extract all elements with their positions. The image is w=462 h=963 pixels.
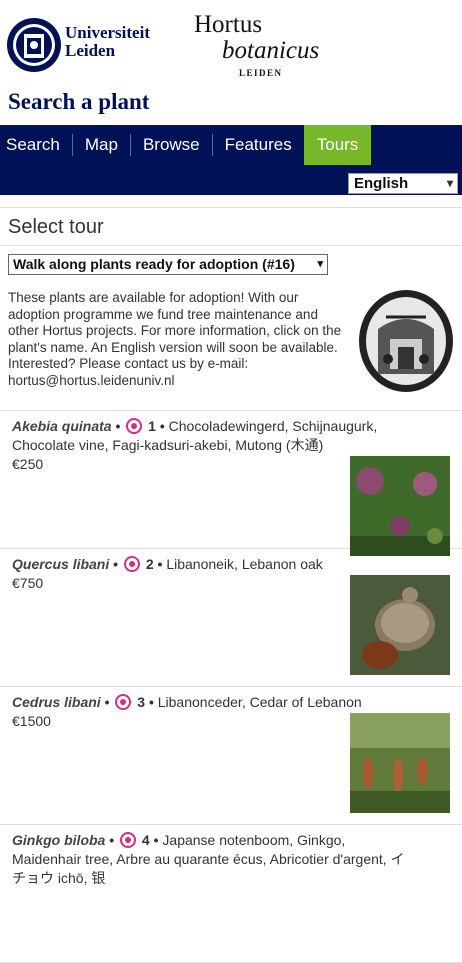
language-value: English	[354, 175, 409, 192]
plant-scientific-name[interactable]: Quercus libani	[12, 556, 109, 572]
plant-common-names: Libanonceder, Cedar of Lebanon	[157, 694, 362, 710]
chevron-down-icon: ▾	[446, 176, 453, 190]
university-name[interactable]: Universiteit Leiden	[65, 24, 150, 60]
plant-photo[interactable]	[350, 713, 450, 813]
map-marker-icon[interactable]	[126, 418, 143, 434]
separator: •	[113, 556, 119, 572]
plant-scientific-name[interactable]: Akebia quinata	[12, 418, 112, 434]
hortus-logo[interactable]: Hortus botanicus LEIDEN	[194, 11, 320, 79]
university-line2: Leiden	[65, 41, 116, 60]
leiden-university-seal-icon[interactable]	[6, 12, 62, 78]
chevron-down-icon: ▾	[317, 258, 323, 270]
nav-item-browse[interactable]: Browse	[131, 134, 213, 156]
panel-title: Select tour	[0, 208, 462, 246]
map-marker-icon[interactable]	[120, 832, 137, 848]
separator: •	[153, 832, 159, 848]
plant-list-item: Akebia quinata • 1 • Chocoladewingerd, S…	[0, 411, 462, 556]
separator: •	[115, 418, 121, 434]
plant-line: Ginkgo biloba • 4 • Japanse notenboom, G…	[12, 831, 412, 888]
nav-item-features[interactable]: Features	[213, 134, 304, 156]
separator: •	[109, 832, 115, 848]
language-select[interactable]: English ▾	[348, 173, 458, 194]
plant-number: 4	[141, 832, 150, 848]
map-marker-icon[interactable]	[123, 556, 140, 572]
university-line1: Universiteit	[65, 23, 150, 42]
plant-line: Cedrus libani • 3 • Libanonceder, Cedar …	[12, 693, 412, 712]
plant-line: Akebia quinata • 1 • Chocoladewingerd, S…	[12, 417, 412, 455]
plant-photo[interactable]	[350, 575, 450, 675]
plant-number: 1	[148, 418, 156, 434]
tour-intro: These plants are available for adoption!…	[0, 281, 462, 411]
plant-list-item: Quercus libani • 2 • Libanoneik, Lebanon…	[0, 549, 462, 687]
nav-menu: Search Map Browse Features Tours	[0, 125, 462, 165]
plant-scientific-name[interactable]: Ginkgo biloba	[12, 832, 105, 848]
plant-number: 2	[145, 556, 154, 572]
plant-list-item: Ginkgo biloba • 4 • Japanse notenboom, G…	[0, 825, 462, 963]
plant-photo[interactable]	[350, 456, 450, 556]
nav-item-search[interactable]: Search	[0, 134, 73, 156]
plant-scientific-name[interactable]: Cedrus libani	[12, 694, 101, 710]
nav-item-tours[interactable]: Tours	[303, 125, 372, 165]
separator: •	[159, 418, 165, 434]
plant-list-item: Cedrus libani • 3 • Libanonceder, Cedar …	[0, 687, 462, 825]
tour-select[interactable]: Walk along plants ready for adoption (#1…	[8, 254, 328, 275]
tour-panel: Select tour Walk along plants ready for …	[0, 207, 462, 963]
plant-common-names: Libanoneik, Lebanon oak	[166, 556, 323, 572]
separator: •	[157, 556, 163, 572]
intro-text: These plants are available for adoption!…	[8, 290, 342, 388]
main-navbar: Search Map Browse Features Tours English…	[0, 125, 462, 195]
map-marker-icon[interactable]	[115, 694, 132, 710]
site-header: Universiteit Leiden Hortus botanicus LEI…	[0, 0, 462, 125]
plant-line: Quercus libani • 2 • Libanoneik, Lebanon…	[12, 555, 412, 574]
hortus-line1: Hortus	[194, 11, 263, 38]
plant-number: 3	[137, 694, 146, 710]
separator: •	[148, 694, 154, 710]
nav-item-map[interactable]: Map	[73, 134, 131, 156]
tour-seal-image	[359, 290, 453, 392]
hortus-line2: botanicus	[222, 37, 320, 64]
separator: •	[104, 694, 110, 710]
page-title[interactable]: Search a plant	[8, 89, 149, 115]
tour-select-value: Walk along plants ready for adoption (#1…	[13, 256, 295, 272]
hortus-line3: LEIDEN	[239, 68, 283, 78]
